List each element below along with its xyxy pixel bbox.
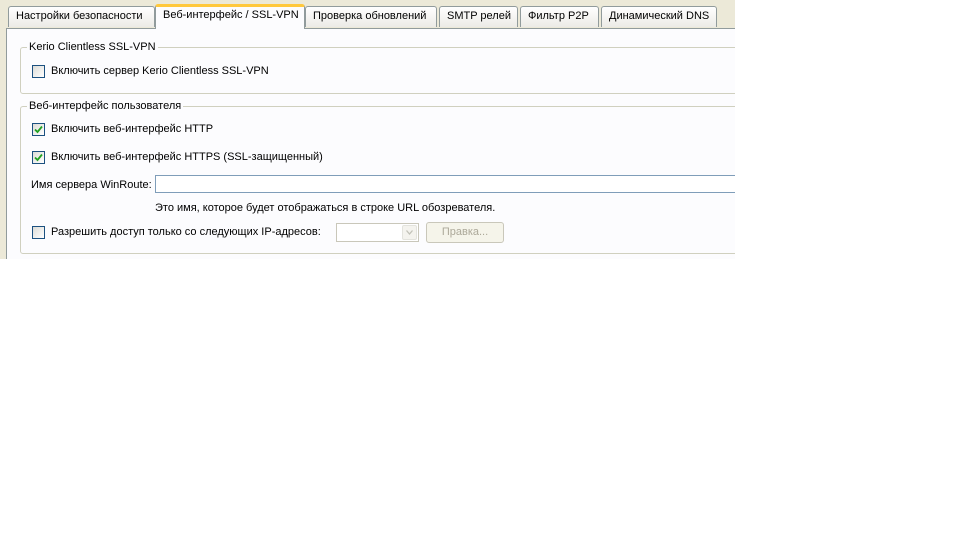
enable-http-checkbox[interactable] <box>32 123 45 136</box>
checkmark-icon <box>34 125 43 134</box>
checkmark-icon <box>34 153 43 162</box>
edit-ip-button[interactable]: Правка... <box>426 222 504 243</box>
server-name-label: Имя сервера WinRoute: <box>31 179 152 191</box>
enable-https-label[interactable]: Включить веб-интерфейс HTTPS (SSL-защище… <box>51 151 323 163</box>
tab-smtp-relay[interactable]: SMTP релей <box>439 6 518 27</box>
tab-p2p-filter[interactable]: Фильтр P2P <box>520 6 599 27</box>
ssl-vpn-group-title: Kerio Clientless SSL-VPN <box>27 41 158 53</box>
server-name-input[interactable] <box>155 175 735 193</box>
enable-https-checkbox[interactable] <box>32 151 45 164</box>
enable-http-label[interactable]: Включить веб-интерфейс HTTP <box>51 123 213 135</box>
settings-window: Настройки безопасности Веб-интерфейс / S… <box>0 0 735 259</box>
tab-update-checker[interactable]: Проверка обновлений <box>305 6 437 27</box>
enable-ssl-vpn-label[interactable]: Включить сервер Kerio Clientless SSL-VPN <box>51 65 269 77</box>
web-ui-group-title: Веб-интерфейс пользователя <box>27 100 184 112</box>
tab-security-settings[interactable]: Настройки безопасности <box>8 6 155 27</box>
tab-panel: Kerio Clientless SSL-VPN Включить сервер… <box>6 28 735 259</box>
ip-group-select[interactable] <box>336 223 419 242</box>
ssl-vpn-group: Kerio Clientless SSL-VPN Включить сервер… <box>20 41 735 94</box>
web-ui-group: Веб-интерфейс пользователя Включить веб-… <box>20 100 735 254</box>
enable-ssl-vpn-checkbox[interactable] <box>32 65 45 78</box>
tab-dynamic-dns[interactable]: Динамический DNS <box>601 6 717 27</box>
chevron-down-icon[interactable] <box>402 225 417 240</box>
server-name-hint: Это имя, которое будет отображаться в ст… <box>155 202 496 214</box>
tab-strip: Настройки безопасности Веб-интерфейс / S… <box>0 0 735 29</box>
tab-web-interface-ssl-vpn[interactable]: Веб-интерфейс / SSL-VPN <box>155 4 305 29</box>
restrict-ip-checkbox[interactable] <box>32 226 45 239</box>
restrict-ip-label[interactable]: Разрешить доступ только со следующих IP-… <box>51 226 321 238</box>
